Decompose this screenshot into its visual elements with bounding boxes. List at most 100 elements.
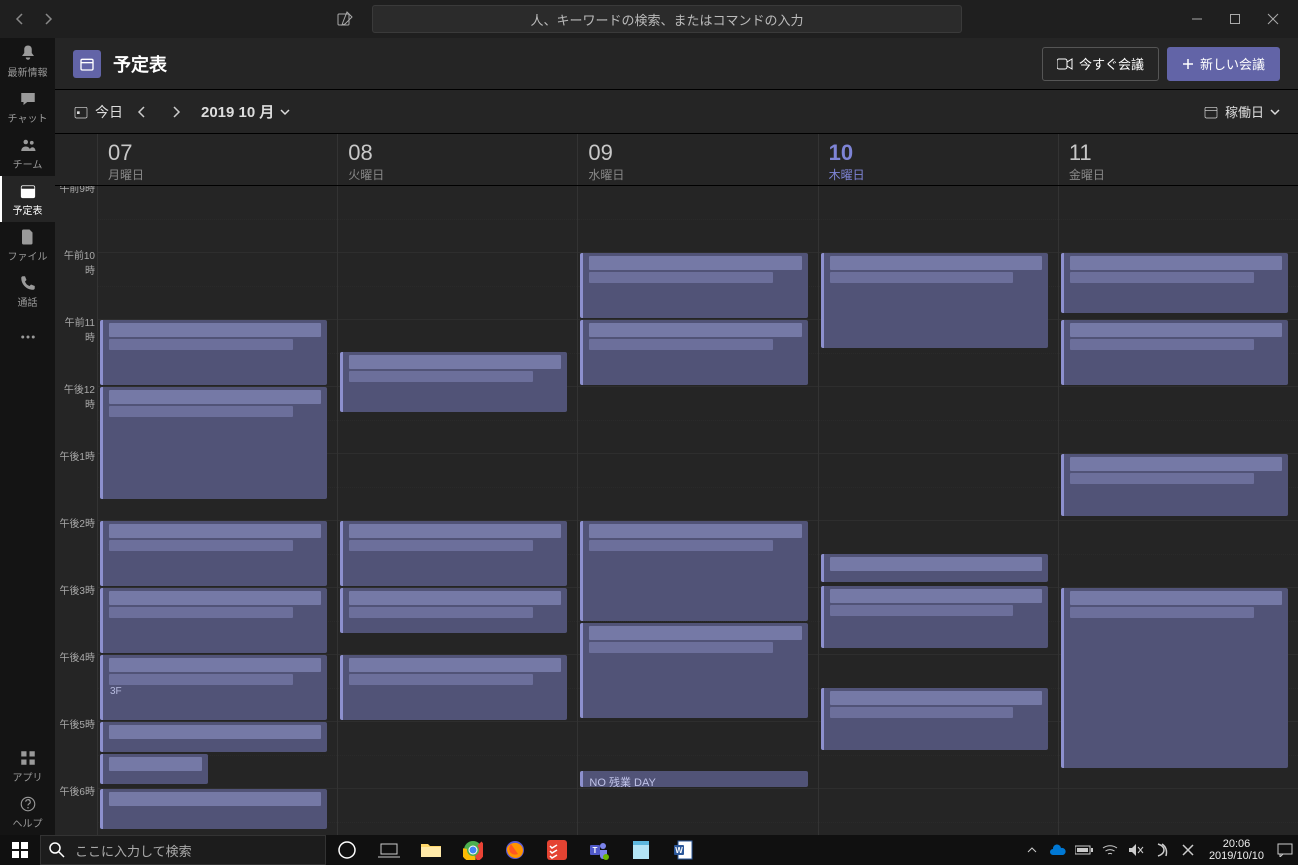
rail-calendar[interactable]: 予定表 bbox=[0, 176, 55, 222]
calendar-event[interactable] bbox=[821, 253, 1048, 348]
start-button[interactable] bbox=[0, 835, 40, 865]
rail-chat-label: チャット bbox=[8, 110, 48, 125]
todoist-icon[interactable] bbox=[536, 835, 578, 865]
calendar-today-icon bbox=[73, 104, 89, 120]
word-icon[interactable]: W bbox=[662, 835, 704, 865]
video-icon bbox=[1057, 58, 1073, 70]
calendar-event[interactable] bbox=[340, 655, 567, 720]
meet-now-button[interactable]: 今すぐ会議 bbox=[1042, 47, 1159, 81]
teams-icon[interactable]: T bbox=[578, 835, 620, 865]
maximize-button[interactable] bbox=[1216, 0, 1254, 38]
search-icon bbox=[49, 842, 65, 858]
time-label: 午後4時 bbox=[55, 649, 97, 716]
calendar-event[interactable]: NO 残業 DAY bbox=[580, 771, 807, 787]
chevron-down-icon bbox=[1270, 108, 1280, 116]
day-column[interactable] bbox=[818, 186, 1058, 835]
rail-help-label: ヘルプ bbox=[13, 815, 43, 830]
firefox-icon[interactable] bbox=[494, 835, 536, 865]
rail-chat[interactable]: チャット bbox=[0, 84, 55, 130]
day-header[interactable]: 11金曜日 bbox=[1058, 134, 1298, 185]
month-picker[interactable]: 2019 10 月 bbox=[201, 101, 290, 122]
calendar-event[interactable] bbox=[340, 352, 567, 412]
rail-apps-label: アプリ bbox=[13, 769, 43, 784]
forward-button[interactable] bbox=[34, 5, 62, 33]
calendar-event[interactable] bbox=[1061, 454, 1288, 516]
close-tray-icon[interactable] bbox=[1175, 835, 1201, 865]
calendar-event[interactable] bbox=[340, 521, 567, 586]
day-header[interactable]: 10木曜日 bbox=[818, 134, 1058, 185]
time-label: 午前9時 bbox=[55, 186, 97, 247]
rail-help[interactable]: ヘルプ bbox=[0, 789, 55, 835]
task-view-icon[interactable] bbox=[368, 835, 410, 865]
time-label: 午後3時 bbox=[55, 582, 97, 649]
new-meeting-label: 新しい会議 bbox=[1200, 54, 1265, 73]
back-button[interactable] bbox=[6, 5, 34, 33]
view-picker[interactable]: 稼働日 bbox=[1203, 102, 1280, 121]
onedrive-icon[interactable] bbox=[1045, 835, 1071, 865]
cortana-icon[interactable] bbox=[326, 835, 368, 865]
calendar-event[interactable] bbox=[1061, 320, 1288, 385]
calendar-event[interactable] bbox=[580, 253, 807, 318]
taskbar-search[interactable]: ここに入力して検索 bbox=[40, 835, 326, 865]
calendar-event[interactable] bbox=[100, 754, 208, 784]
minimize-button[interactable] bbox=[1178, 0, 1216, 38]
next-week-button[interactable] bbox=[161, 97, 191, 127]
calendar-event[interactable] bbox=[821, 586, 1048, 648]
tray-expand-icon[interactable] bbox=[1019, 835, 1045, 865]
rail-calls[interactable]: 通話 bbox=[0, 268, 55, 314]
day-column[interactable] bbox=[337, 186, 577, 835]
calendar-toolbar: 今日 2019 10 月 稼働日 bbox=[55, 90, 1298, 134]
calendar-event[interactable] bbox=[1061, 588, 1288, 768]
month-label: 2019 10 月 bbox=[201, 101, 274, 122]
prev-week-button[interactable] bbox=[127, 97, 157, 127]
content-area: 予定表 今すぐ会議 新しい会議 今日 2019 10 月 稼働日 bbox=[55, 38, 1298, 835]
time-label: 午前11時 bbox=[55, 314, 97, 381]
calendar-event[interactable] bbox=[100, 789, 327, 829]
day-header[interactable]: 09水曜日 bbox=[577, 134, 817, 185]
rail-activity[interactable]: 最新情報 bbox=[0, 38, 55, 84]
calendar-event[interactable] bbox=[580, 320, 807, 385]
rail-files-label: ファイル bbox=[8, 248, 48, 263]
new-meeting-button[interactable]: 新しい会議 bbox=[1167, 47, 1280, 81]
chrome-icon[interactable] bbox=[452, 835, 494, 865]
taskbar-clock[interactable]: 20:06 2019/10/10 bbox=[1201, 838, 1272, 862]
calendar-event[interactable] bbox=[100, 722, 327, 752]
search-box[interactable]: 人、キーワードの検索、またはコマンドの入力 bbox=[372, 5, 962, 33]
calendar-event[interactable] bbox=[340, 588, 567, 633]
calendar-grid: 午前9時午前10時午前11時午後12時午後1時午後2時午後3時午後4時午後5時午… bbox=[55, 186, 1298, 835]
explorer-icon[interactable] bbox=[410, 835, 452, 865]
calendar-event[interactable] bbox=[100, 320, 327, 385]
rail-files[interactable]: ファイル bbox=[0, 222, 55, 268]
calendar-event[interactable] bbox=[100, 521, 327, 586]
taskbar-search-placeholder: ここに入力して検索 bbox=[75, 841, 192, 860]
calendar-event[interactable] bbox=[100, 588, 327, 653]
compose-button[interactable] bbox=[330, 4, 360, 34]
calendar-event[interactable] bbox=[1061, 253, 1288, 313]
ime-icon[interactable] bbox=[1149, 835, 1175, 865]
calendar-event[interactable] bbox=[580, 521, 807, 621]
notepad-icon[interactable] bbox=[620, 835, 662, 865]
close-button[interactable] bbox=[1254, 0, 1292, 38]
page-title: 予定表 bbox=[113, 51, 167, 77]
day-column[interactable] bbox=[1058, 186, 1298, 835]
wifi-icon[interactable] bbox=[1097, 835, 1123, 865]
day-column[interactable]: NO 残業 DAY bbox=[577, 186, 817, 835]
rail-more[interactable] bbox=[0, 314, 55, 360]
today-button[interactable]: 今日 bbox=[73, 102, 123, 122]
action-center-icon[interactable] bbox=[1272, 835, 1298, 865]
day-header[interactable]: 08火曜日 bbox=[337, 134, 577, 185]
calendar-event[interactable]: 3F bbox=[100, 655, 327, 720]
battery-icon[interactable] bbox=[1071, 835, 1097, 865]
volume-mute-icon[interactable] bbox=[1123, 835, 1149, 865]
day-header[interactable]: 07月曜日 bbox=[97, 134, 337, 185]
calendar-view-icon bbox=[1203, 104, 1219, 120]
rail-teams[interactable]: チーム bbox=[0, 130, 55, 176]
calendar-event[interactable] bbox=[100, 387, 327, 499]
app-rail: 最新情報 チャット チーム 予定表 ファイル 通話 アプリ ヘルプ bbox=[0, 38, 55, 835]
chevron-down-icon bbox=[280, 108, 290, 116]
calendar-event[interactable] bbox=[821, 688, 1048, 750]
day-column[interactable]: 3F bbox=[97, 186, 337, 835]
calendar-event[interactable] bbox=[580, 623, 807, 718]
rail-apps[interactable]: アプリ bbox=[0, 743, 55, 789]
calendar-event[interactable] bbox=[821, 554, 1048, 582]
